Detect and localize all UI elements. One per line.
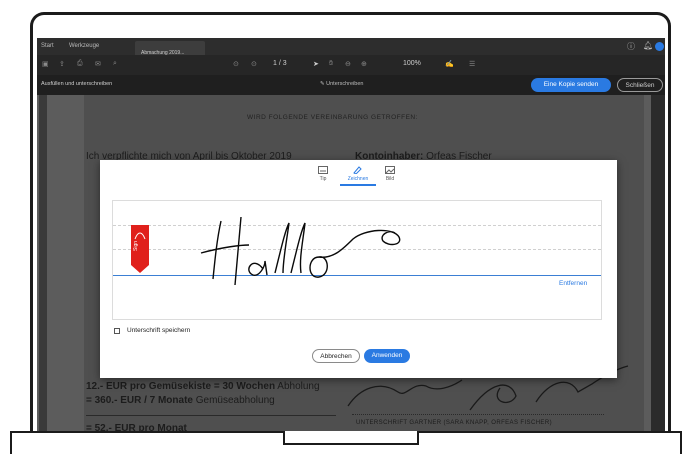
doc-line-2-price: 12.- EUR pro Gemüsekiste <box>86 381 212 392</box>
next-page-icon[interactable]: ⊙ <box>251 60 257 68</box>
laptop-notch <box>283 431 419 445</box>
zoom-out-icon[interactable]: ⊖ <box>345 60 351 68</box>
pointer-icon[interactable]: ➤ <box>313 60 319 68</box>
keyboard-icon <box>318 166 328 174</box>
save-signature-label: Unterschrift speichern <box>127 327 191 334</box>
menu-tools[interactable]: Werkzeuge <box>69 43 99 49</box>
doc-line-4: = 52.- EUR pro Monat <box>86 423 187 434</box>
sign-tool-label: Unterschreiben <box>326 81 364 87</box>
sign-badge-label: Sign <box>133 240 139 251</box>
menu-start[interactable]: Start <box>41 43 54 49</box>
save-signature-checkbox[interactable] <box>114 328 120 334</box>
doc-line-2: 12.- EUR pro Gemüsekiste = 30 Wochen Abh… <box>86 381 320 392</box>
doc-line-3-total: = 360.- EUR / 7 Monate <box>86 395 193 406</box>
drawn-signature <box>200 216 401 286</box>
cancel-button[interactable]: Abbrechen <box>312 349 360 363</box>
page-indicator[interactable]: 1 / 3 <box>273 60 287 67</box>
zoom-level[interactable]: 100% <box>403 60 421 67</box>
zoom-in-icon[interactable]: ⊕ <box>361 60 367 68</box>
doc-line-2-tail: Abholung <box>277 381 320 392</box>
fill-sign-title: Ausfüllen und unterschreiben <box>41 81 113 87</box>
mode-image-tab[interactable]: Bild <box>372 166 408 182</box>
sign-tool[interactable]: ✎ Unterschreiben <box>320 81 363 87</box>
fill-sign-icon[interactable]: ✍ <box>445 60 454 68</box>
upload-icon[interactable]: ⇪ <box>59 60 65 68</box>
close-fill-sign-button[interactable]: Schließen <box>617 78 663 92</box>
toolbar: ▣ ⇪ ⎙ ✉ ⌕ ⊙ ⊙ 1 / 3 ➤ ✋︎ ⊖ ⊕ 100% ✍ ☰ <box>37 55 665 75</box>
menu-bar: Start Werkzeuge Abmachung 2019... ⓘ 🔔︎ <box>37 38 665 56</box>
mail-icon[interactable]: ✉ <box>95 60 101 68</box>
doc-line-2-weeks: = 30 Wochen <box>213 381 276 392</box>
fill-sign-bar: Ausfüllen und unterschreiben ✎ Unterschr… <box>37 75 665 95</box>
doc-line-3-tail: Gemüseabholung <box>195 395 275 406</box>
doc-signature-caption: UNTERSCHRIFT GARTNER (SARA KNAPP, ORFEAS… <box>356 420 552 426</box>
remove-signature-link[interactable]: Entfernen <box>559 280 587 287</box>
save-icon[interactable]: ▣ <box>42 60 49 68</box>
signature-canvas[interactable]: Sign Entfernen <box>112 200 602 320</box>
image-icon <box>385 166 395 174</box>
doc-line-3: = 360.- EUR / 7 Monate Gemüseabholung <box>86 395 275 406</box>
mode-draw-tab[interactable]: Zeichnen <box>340 166 376 186</box>
send-copy-button[interactable]: Eine Kopie senden <box>531 78 611 92</box>
right-tool-rail <box>651 95 665 431</box>
pen-draw-icon <box>353 166 362 174</box>
signature-dialog: Tip Zeichnen Bild Sign Entfernen Untersc… <box>100 160 617 378</box>
mode-draw-label: Zeichnen <box>347 176 369 182</box>
mode-type-tab[interactable]: Tip <box>305 166 341 182</box>
bell-icon[interactable]: 🔔︎ <box>643 41 653 50</box>
comment-icon[interactable]: ☰ <box>469 60 475 68</box>
help-icon[interactable]: ⓘ <box>627 41 635 52</box>
avatar[interactable] <box>655 42 664 51</box>
mode-type-label: Tip <box>319 176 327 182</box>
search-icon[interactable]: ⌕ <box>113 60 117 68</box>
apply-button[interactable]: Anwenden <box>364 349 410 363</box>
document-tab[interactable]: Abmachung 2019... <box>135 41 205 56</box>
doc-heading: WIRD FOLGENDE VEREINBARUNG GETROFFEN: <box>247 114 418 121</box>
print-icon[interactable]: ⎙ <box>77 60 83 68</box>
prev-page-icon[interactable]: ⊙ <box>233 60 239 68</box>
mode-image-label: Bild <box>385 176 395 182</box>
doc-divider <box>86 415 336 416</box>
left-rail <box>39 95 47 431</box>
hand-icon[interactable]: ✋︎ <box>329 60 333 68</box>
